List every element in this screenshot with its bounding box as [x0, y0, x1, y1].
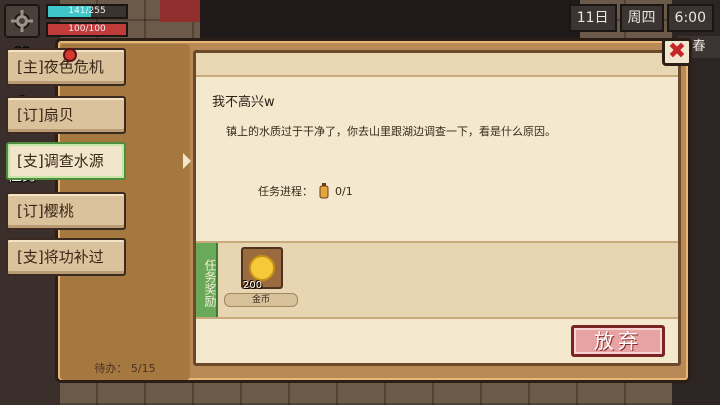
pending-label: 待办： [94, 362, 128, 375]
weekday-cell: 周四 [619, 4, 664, 32]
quest-description: 镇上的水质过于干净了，你去山里跟湖边调查一下，看是什么原因。 [226, 125, 556, 138]
reward-quantity: 200 [243, 280, 263, 291]
reward-section: 任务奖励 200 金币 [196, 241, 678, 319]
quest-tab-2[interactable]: [订]扇贝 [6, 96, 126, 134]
energy-text: 141/255 [68, 6, 106, 16]
pin-icon [63, 48, 77, 62]
day-cell: 11日 [568, 4, 617, 32]
health-bar: 100/100 [46, 22, 128, 37]
roof-tile [160, 0, 200, 22]
quest-detail: 我不高兴w 镇上的水质过于干净了，你去山里跟湖边调查一下，看是什么原因。 任务进… [193, 50, 681, 366]
dark-area [200, 0, 580, 38]
active-tab-arrow [183, 153, 191, 169]
bottle-icon [319, 183, 329, 199]
quest-progress: 任务进程： 0/1 [258, 183, 353, 199]
pending-value: 5/15 [130, 362, 156, 375]
settings-button[interactable] [4, 4, 40, 38]
quest-tab-5[interactable]: [支]将功补过 [6, 238, 126, 276]
time-cell: 6:00 [666, 4, 714, 32]
quest-tab-3[interactable]: [支]调查水源 [6, 142, 126, 180]
quest-title: 我不高兴w [212, 95, 275, 110]
reward-label: 任务奖励 [196, 243, 218, 317]
gear-icon [11, 10, 33, 32]
reward-name: 金币 [224, 293, 298, 307]
quest-tab-4[interactable]: [订]樱桃 [6, 192, 126, 230]
energy-bar: 141/255 [46, 4, 128, 19]
close-button[interactable]: ✖ [662, 38, 692, 66]
detail-header [196, 53, 678, 77]
progress-label: 任务进程： [258, 185, 313, 198]
pending-count: 待办： 5/15 [60, 358, 190, 380]
abandon-button[interactable]: 放弃 [571, 325, 665, 357]
reward-slot[interactable]: 200 [241, 247, 283, 291]
date-display: 11日 周四 6:00 [568, 4, 714, 32]
progress-value: 0/1 [335, 184, 353, 198]
status-bars: 141/255 100/100 [46, 4, 128, 40]
gold-coin-icon [249, 255, 275, 281]
health-text: 100/100 [68, 24, 106, 34]
